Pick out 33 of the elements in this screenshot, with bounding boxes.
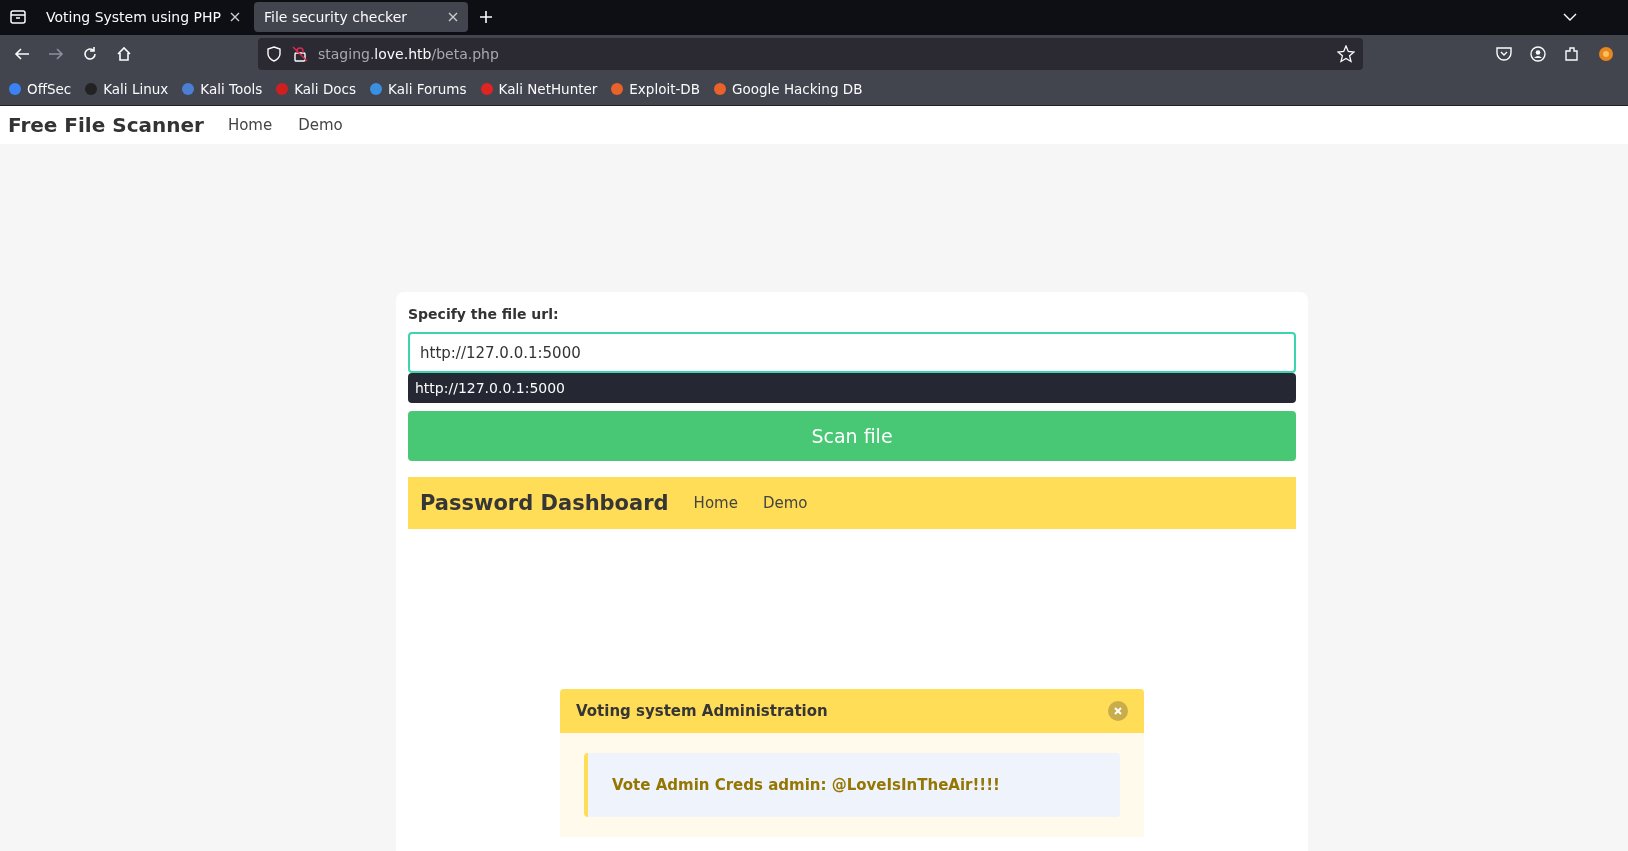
bookmark-item[interactable]: Google Hacking DB [713, 80, 863, 97]
bookmark-item[interactable]: Kali Linux [84, 80, 169, 97]
nav-link[interactable]: Home [227, 115, 273, 134]
star-icon[interactable] [1337, 44, 1355, 63]
field-label: Specify the file url: [408, 306, 560, 322]
url-text: staging.love.htb/beta.php [318, 45, 499, 62]
bookmark-icon[interactable] [369, 81, 384, 96]
bookmark-item[interactable]: Kali Tools [181, 80, 263, 97]
nav-link[interactable]: Demo [762, 494, 808, 512]
bookmark-item[interactable]: OffSec [8, 80, 72, 97]
notice-message: Vote Admin Creds admin: @LoveIsInTheAir!!!! [584, 753, 1120, 817]
url-input[interactable]: http://127.0.0.1:5000 [408, 332, 1296, 373]
close-icon[interactable] [230, 12, 240, 23]
bookmark-icon[interactable] [610, 81, 625, 96]
bookmark-item[interactable]: Kali NetHunter [479, 80, 598, 97]
bookmark-item[interactable]: Kali Forums [369, 80, 467, 97]
browser-tab[interactable]: Voting System using PHP [36, 2, 250, 33]
bookmark-icon[interactable] [181, 81, 196, 96]
autocomplete-option[interactable]: http://127.0.0.1:5000 [408, 373, 1296, 403]
address-bar[interactable]: staging.love.htb/beta.php [258, 37, 1363, 70]
bookmark-item[interactable]: Exploit-DB [610, 80, 700, 97]
notice-title: Voting system Administration [576, 702, 828, 720]
browser-tab[interactable]: File security checker [254, 2, 468, 33]
bookmark-icon[interactable] [8, 81, 22, 96]
shield-icon[interactable] [266, 45, 282, 62]
site-title: Free File Scanner [8, 112, 204, 137]
nav-link[interactable]: Demo [298, 115, 343, 134]
nav-link[interactable]: Home [693, 494, 738, 512]
bookmark-item[interactable]: Kali Docs [275, 80, 357, 97]
bookmark-icon[interactable] [713, 81, 727, 96]
close-icon[interactable] [448, 12, 458, 23]
dashboard-title: Password Dashboard [420, 491, 669, 515]
insecure-lock-icon[interactable] [292, 45, 308, 62]
